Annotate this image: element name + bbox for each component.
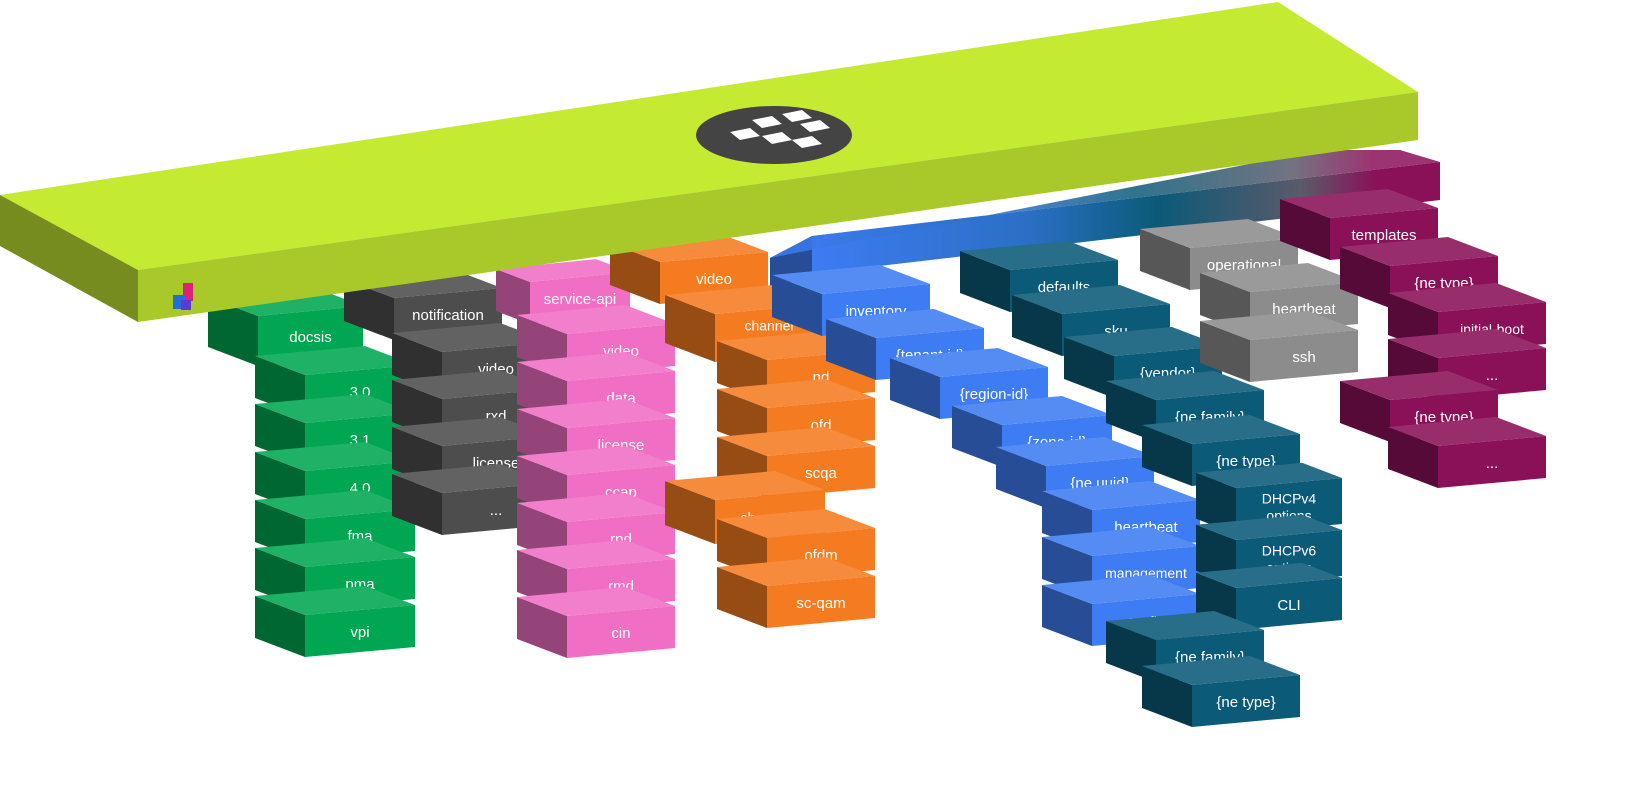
defaults-item-9: {ne type}	[1142, 656, 1300, 727]
video-item-7: sc-qam	[717, 557, 875, 628]
operational-item-2-label: ssh	[1292, 349, 1315, 366]
service-api-item-0-label: service-api	[544, 291, 617, 308]
api-tree-diagram: multi-bundle docsis3.03.14.0fmapmavpinot…	[0, 2, 1546, 727]
defaults-item-7-label: CLI	[1277, 597, 1300, 614]
templates-item-5-label: ...	[1486, 455, 1499, 472]
video-item-4-label: scqa	[805, 465, 837, 482]
notification-item-0-label: notification	[412, 307, 484, 324]
service-api-item-7-label: cin	[611, 625, 630, 642]
brand-mark-purple	[181, 300, 191, 310]
docsis-item-0-label: docsis	[289, 329, 332, 346]
video-item-0-label: video	[696, 271, 732, 288]
docsis-item-6: vpi	[255, 586, 415, 657]
operational-item-2: ssh	[1200, 311, 1358, 382]
defaults-item-5-label-0: DHCPv4	[1262, 491, 1317, 507]
notification-item-4-label: ...	[490, 502, 503, 519]
video-item-7-label: sc-qam	[796, 595, 845, 612]
service-api-item-7: cin	[517, 587, 675, 658]
grid-tiles-icon	[696, 106, 852, 164]
defaults-item-9-label: {ne type}	[1216, 694, 1275, 711]
templates-item-5: ...	[1388, 417, 1546, 488]
docsis-item-6-label: vpi	[350, 624, 369, 641]
defaults-item-6-label-0: DHCPv6	[1262, 543, 1317, 559]
templates-item-3-label: ...	[1486, 367, 1499, 384]
